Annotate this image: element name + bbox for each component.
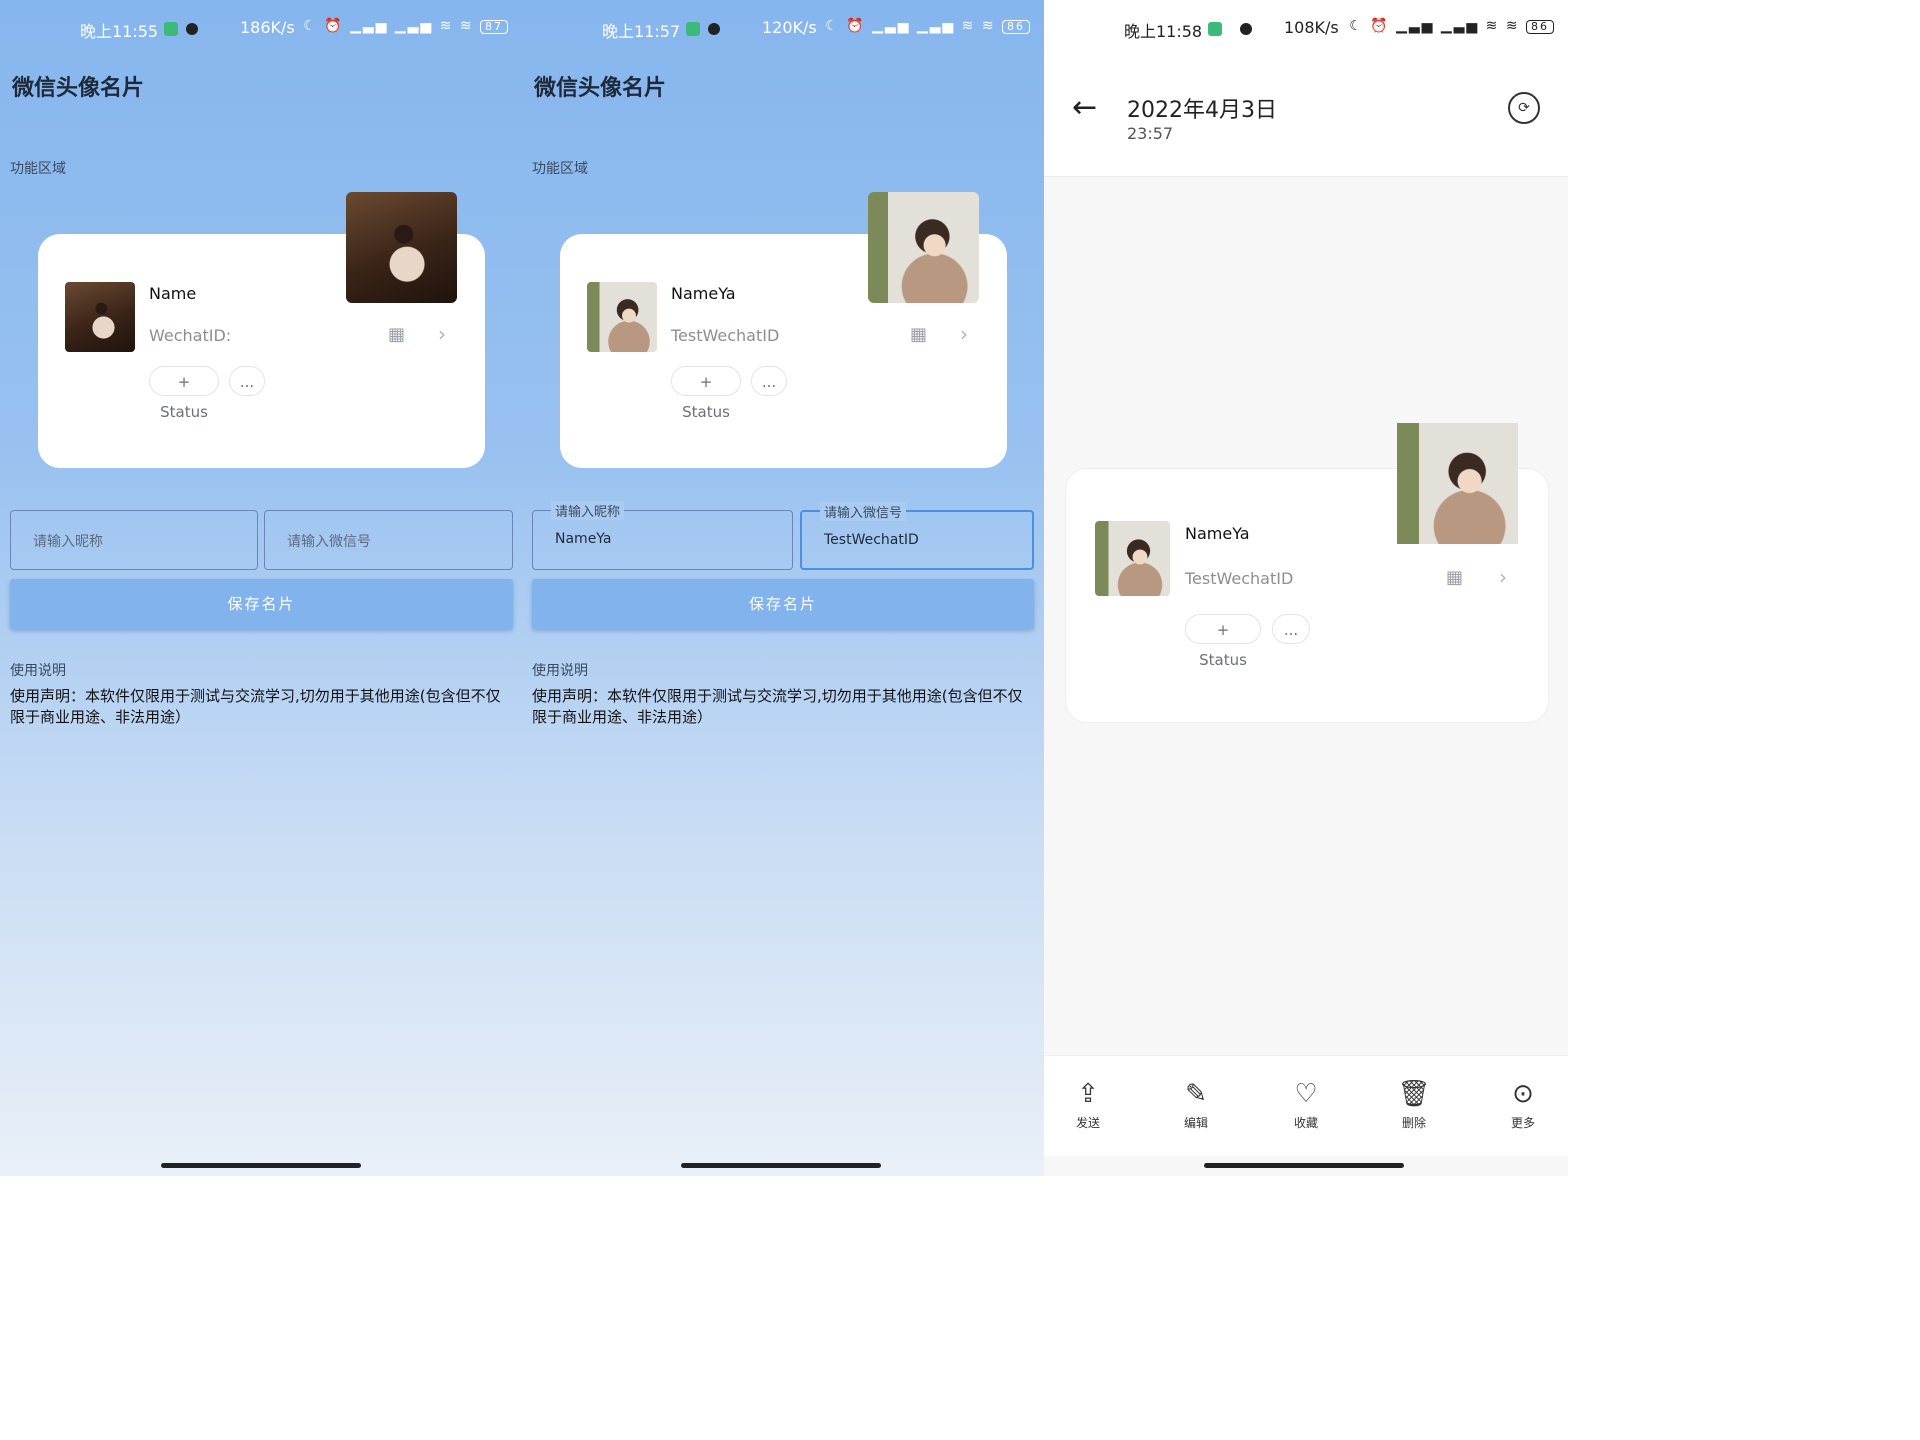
signal-icons: ☾ ⏰ ▁▃▅ ▁▃▅ ≋ ≋ — [825, 18, 996, 34]
status-time: 晚上11:58 — [1124, 22, 1203, 41]
viewer-header: ← 2022年4月3日 23:57 ⟳ — [1044, 60, 1568, 177]
back-arrow-icon[interactable]: ← — [1072, 90, 1097, 125]
heart-icon: ♡ — [1294, 1079, 1318, 1109]
status-bar: 晚上11:57 120K/s ☾ ⏰ ▁▃▅ ▁▃▅ ≋ ≋ 86 — [522, 18, 1044, 42]
nickname-placeholder: 请输入昵称 — [33, 534, 103, 550]
usage-title: 使用说明 — [10, 663, 66, 679]
more-button[interactable]: ⊙ 更多 — [1493, 1078, 1553, 1131]
more-chip[interactable]: ... — [751, 366, 787, 396]
battery-icon: 86 — [1526, 20, 1554, 34]
page-title: 微信头像名片 — [534, 76, 667, 101]
card-wechat-id: TestWechatID — [1185, 569, 1294, 588]
app-screen-filled: 晚上11:57 120K/s ☾ ⏰ ▁▃▅ ▁▃▅ ≋ ≋ 86 微信头像名片… — [522, 0, 1044, 1176]
avatar-small[interactable] — [65, 282, 135, 352]
usage-text: 使用声明：本软件仅限用于测试与交流学习,切勿用于其他用途(包含但不仅限于商业用途… — [10, 687, 501, 726]
section-label: 功能区域 — [532, 161, 588, 177]
signal-icons: ☾ ⏰ ▁▃▅ ▁▃▅ ≋ ≋ — [1349, 18, 1520, 34]
record-icon — [708, 23, 720, 35]
more-icon: ⊙ — [1512, 1079, 1534, 1109]
usage-text: 使用声明：本软件仅限用于测试与交流学习,切勿用于其他用途(包含但不仅限于商业用途… — [532, 687, 1023, 726]
battery-icon: 87 — [480, 20, 508, 34]
battery-icon: 86 — [1002, 20, 1030, 34]
status-icons: ☾ ⏰ ▁▃▅ ▁▃▅ ≋ ≋ 86 — [1349, 18, 1554, 34]
status-speed: 120K/s — [762, 18, 817, 37]
nickname-field[interactable]: 请输入昵称 — [10, 510, 258, 570]
chevron-right-icon: › — [1499, 565, 1507, 589]
wechat-id-field[interactable]: 请输入微信号 — [264, 510, 513, 570]
chevron-right-icon[interactable]: › — [438, 322, 446, 346]
rotate-icon[interactable]: ⟳ — [1508, 92, 1540, 124]
qr-code-icon[interactable]: ▦ — [910, 326, 928, 344]
status-icons: ☾ ⏰ ▁▃▅ ▁▃▅ ≋ ≋ 87 — [303, 18, 508, 34]
status-icons: ☾ ⏰ ▁▃▅ ▁▃▅ ≋ ≋ 86 — [825, 18, 1030, 34]
delete-button[interactable]: 🗑 删除 — [1384, 1078, 1444, 1131]
photo-time: 23:57 — [1127, 124, 1174, 143]
status-bar: 晚上11:55 186K/s ☾ ⏰ ▁▃▅ ▁▃▅ ≋ ≋ 87 — [0, 18, 522, 42]
more-chip: ... — [1272, 614, 1310, 644]
edit-icon: ✎ — [1185, 1079, 1207, 1109]
save-card-button[interactable]: 保存名片 — [532, 579, 1034, 629]
page-title: 微信头像名片 — [12, 76, 145, 101]
record-icon — [1240, 23, 1252, 35]
edit-label: 编辑 — [1183, 1116, 1208, 1130]
more-chip[interactable]: ... — [229, 366, 265, 396]
favorite-label: 收藏 — [1293, 1116, 1318, 1130]
status-chip: + Status — [1185, 614, 1261, 669]
nickname-field[interactable]: 请输入昵称 NameYa — [532, 501, 793, 570]
record-icon — [186, 23, 198, 35]
avatar-small — [1095, 521, 1170, 596]
qr-code-icon: ▦ — [1446, 567, 1464, 588]
trash-icon: 🗑 — [1397, 1079, 1431, 1109]
wechat-id-field[interactable]: 请输入微信号 TestWechatID — [800, 502, 1034, 570]
card-wechat-id: TestWechatID — [671, 326, 780, 345]
wechat-id-placeholder: 请输入微信号 — [287, 534, 371, 550]
vpn-icon — [686, 22, 700, 36]
avatar-large[interactable] — [346, 192, 457, 303]
qr-code-icon[interactable]: ▦ — [388, 326, 406, 344]
status-chip[interactable]: + Status — [149, 366, 219, 421]
nickname-label: 请输入昵称 — [551, 501, 625, 520]
home-indicator[interactable] — [1204, 1163, 1404, 1168]
chevron-right-icon[interactable]: › — [960, 322, 968, 346]
send-label: 发送 — [1075, 1116, 1100, 1130]
status-chip[interactable]: + Status — [671, 366, 741, 421]
action-bar: ⇪ 发送 ✎ 编辑 ♡ 收藏 🗑 删除 ⊙ 更多 — [1044, 1055, 1568, 1156]
more-label: 更多 — [1510, 1116, 1535, 1130]
section-label: 功能区域 — [10, 161, 66, 177]
app-screen-empty: 晚上11:55 186K/s ☾ ⏰ ▁▃▅ ▁▃▅ ≋ ≋ 87 微信头像名片… — [0, 0, 522, 1176]
card-name: NameYa — [671, 284, 736, 303]
home-indicator[interactable] — [161, 1163, 361, 1168]
card-wechat-id: WechatID: — [149, 326, 232, 345]
avatar-large — [1397, 423, 1518, 544]
gallery-viewer: 晚上11:58 108K/s ☾ ⏰ ▁▃▅ ▁▃▅ ≋ ≋ 86 ← 2022… — [1044, 0, 1568, 1176]
wechat-id-value: TestWechatID — [824, 532, 919, 548]
vpn-icon — [164, 22, 178, 36]
home-indicator[interactable] — [681, 1163, 881, 1168]
status-time: 晚上11:55 — [80, 22, 159, 41]
nickname-value: NameYa — [555, 531, 612, 547]
status-bar: 晚上11:58 108K/s ☾ ⏰ ▁▃▅ ▁▃▅ ≋ ≋ 86 — [1044, 18, 1568, 42]
status-time: 晚上11:57 — [602, 22, 681, 41]
edit-button[interactable]: ✎ 编辑 — [1166, 1078, 1226, 1131]
avatar-large[interactable] — [868, 192, 979, 303]
photo-date: 2022年4月3日 — [1127, 98, 1277, 123]
signal-icons: ☾ ⏰ ▁▃▅ ▁▃▅ ≋ ≋ — [303, 18, 474, 34]
usage-title: 使用说明 — [532, 663, 588, 679]
wechat-id-label: 请输入微信号 — [820, 502, 907, 521]
save-card-button[interactable]: 保存名片 — [10, 579, 513, 629]
delete-label: 删除 — [1401, 1116, 1426, 1130]
card-name: Name — [149, 284, 197, 303]
status-speed: 186K/s — [240, 18, 295, 37]
status-speed: 108K/s — [1284, 18, 1339, 37]
send-button[interactable]: ⇪ 发送 — [1058, 1078, 1118, 1131]
share-icon: ⇪ — [1077, 1079, 1099, 1109]
avatar-small[interactable] — [587, 282, 657, 352]
card-name: NameYa — [1185, 524, 1250, 543]
vpn-icon — [1208, 22, 1222, 36]
favorite-button[interactable]: ♡ 收藏 — [1276, 1078, 1336, 1131]
